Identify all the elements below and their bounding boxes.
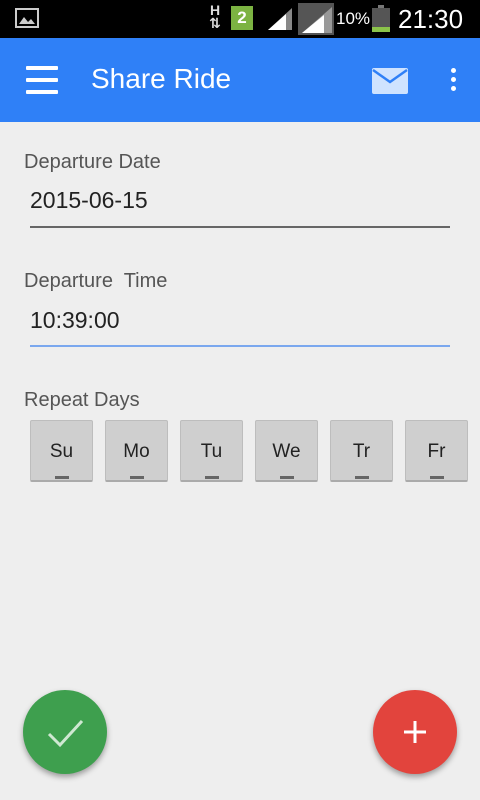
hamburger-menu-icon[interactable]: [26, 66, 58, 94]
status-clock: 21:30: [398, 4, 464, 34]
day-label: Fr: [427, 441, 446, 462]
departure-time-field[interactable]: 10:39:00: [30, 307, 450, 334]
toggle-indicator: [430, 476, 444, 479]
day-label: We: [272, 441, 301, 462]
departure-time-underline: [30, 345, 450, 347]
data-activity-icon: ⇅: [209, 15, 221, 31]
departure-date-underline: [30, 226, 450, 228]
day-label: Tr: [352, 441, 371, 462]
day-toggle-mo[interactable]: Mo: [105, 420, 168, 482]
toggle-indicator: [280, 476, 294, 479]
signal-strength-2-icon: [298, 3, 334, 35]
image-notification-icon: [15, 8, 39, 28]
battery-percent: 10%: [336, 9, 371, 28]
confirm-fab-button[interactable]: [23, 690, 107, 774]
day-toggle-we[interactable]: We: [255, 420, 318, 482]
toggle-indicator: [55, 476, 69, 479]
repeat-days-row: Su Mo Tu We Tr Fr: [30, 420, 480, 486]
toggle-indicator: [205, 476, 219, 479]
departure-date-field[interactable]: 2015-06-15: [30, 187, 450, 214]
day-toggle-su[interactable]: Su: [30, 420, 93, 482]
app-title: Share Ride: [91, 63, 232, 94]
add-fab-button[interactable]: [373, 690, 457, 774]
day-toggle-tu[interactable]: Tu: [180, 420, 243, 482]
day-label: Mo: [123, 441, 150, 462]
signal-strength-icon: [268, 8, 292, 30]
toggle-indicator: [355, 476, 369, 479]
battery-icon: [372, 5, 390, 32]
sim-slot-badge: 2: [231, 6, 253, 30]
day-toggle-tr[interactable]: Tr: [330, 420, 393, 482]
check-icon: [47, 719, 84, 748]
day-toggle-fr[interactable]: Fr: [405, 420, 468, 482]
plus-icon: [404, 721, 426, 743]
departure-time-label: Departure Time: [24, 270, 168, 292]
more-vert-icon[interactable]: [447, 68, 459, 94]
repeat-days-label: Repeat Days: [24, 389, 140, 411]
status-bar: H ⇅ 2 10% 21:30: [0, 0, 480, 38]
day-label: Su: [49, 441, 74, 462]
toggle-indicator: [130, 476, 144, 479]
network-type-indicator: H ⇅: [206, 3, 224, 31]
departure-date-label: Departure Date: [24, 151, 161, 173]
app-bar: Share Ride: [0, 38, 480, 122]
mail-icon[interactable]: [372, 68, 408, 94]
day-label: Tu: [200, 441, 223, 462]
